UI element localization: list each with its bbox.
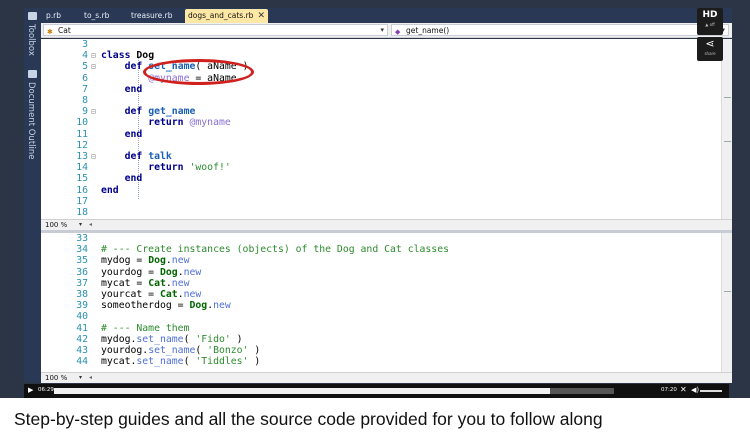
tab-label: dogs_and_cats.rb: [188, 11, 254, 20]
method-dropdown-value: get_name(): [406, 26, 450, 35]
line-number: 5: [82, 61, 88, 73]
code-editor-bottom[interactable]: 33 34 # --- Create instances (objects) of…: [41, 233, 721, 372]
line-number: 12: [76, 139, 88, 151]
annotation-circle: [143, 59, 254, 85]
zoom-bar-top: 100 % ▾ ◂: [41, 219, 732, 230]
line-number: 11: [76, 128, 88, 140]
line-number: 40: [76, 311, 88, 323]
fullscreen-icon[interactable]: ✕: [680, 385, 687, 394]
toolbox-tab[interactable]: Toolbox: [26, 24, 36, 56]
close-tab-icon[interactable]: ✕: [257, 11, 265, 21]
side-tool-panel: Toolbox Document Outline: [24, 8, 41, 382]
tab-label: to_s.rb: [84, 11, 110, 20]
zoom-level[interactable]: 100 %: [45, 373, 67, 383]
chevron-down-icon[interactable]: ▾: [79, 220, 82, 230]
line-number: 13: [76, 151, 88, 162]
editor-tab-bar: p.rb to_s.rb treasure.rb dogs_and_cats.r…: [41, 8, 732, 23]
volume-slider[interactable]: [700, 390, 722, 392]
code-text: # --- Create instances (objects) of the …: [101, 244, 449, 256]
video-frame[interactable]: Toolbox Document Outline p.rb to_s.rb tr…: [0, 0, 750, 398]
collapse-icon[interactable]: ⊟: [91, 61, 96, 72]
line-number: 3: [82, 39, 88, 50]
line-number: 7: [82, 83, 88, 95]
line-number: 14: [76, 162, 88, 174]
line-number: 4: [82, 50, 88, 62]
line-number: 17: [76, 195, 88, 207]
line-number: 34: [76, 244, 88, 256]
scroll-left-icon[interactable]: ◂: [89, 220, 92, 230]
scroll-left-icon[interactable]: ◂: [89, 373, 92, 383]
line-number: 16: [76, 184, 88, 196]
document-outline-tab[interactable]: Document Outline: [26, 82, 36, 160]
collapse-icon[interactable]: ⊟: [91, 50, 96, 61]
vertical-scrollbar[interactable]: [721, 233, 732, 372]
line-number: 35: [76, 255, 88, 267]
zoom-level[interactable]: 100 %: [45, 220, 67, 230]
line-number: 9: [82, 106, 88, 118]
tab-treasure-rb[interactable]: treasure.rb: [128, 9, 176, 23]
line-number: 36: [76, 266, 88, 278]
progress-bar[interactable]: [54, 388, 614, 394]
vertical-scrollbar[interactable]: [721, 39, 732, 219]
tab-dogs-and-cats-rb[interactable]: dogs_and_cats.rb ✕: [185, 9, 268, 23]
line-number: 15: [76, 173, 88, 185]
class-dropdown-value: Cat: [58, 26, 71, 35]
line-number: 41: [76, 322, 88, 334]
tab-to-s-rb[interactable]: to_s.rb: [81, 9, 112, 23]
code-editor-top[interactable]: 3 4 ⊟ class Dog 5 ⊟ def set_name( aName ) 6…: [41, 39, 721, 219]
volume-icon[interactable]: ◀): [691, 386, 699, 394]
line-number: 44: [76, 356, 88, 368]
class-icon: ✱: [47, 28, 53, 36]
class-dropdown[interactable]: ✱ Cat ▾: [43, 24, 388, 36]
tab-label: p.rb: [46, 11, 61, 20]
collapse-icon[interactable]: ⊟: [91, 151, 96, 162]
method-dropdown[interactable]: ◆ get_name() ▾: [391, 24, 729, 36]
document-outline-icon[interactable]: [28, 70, 37, 78]
tab-label: treasure.rb: [131, 11, 173, 20]
total-time: 07:20: [661, 387, 677, 393]
line-number: 6: [82, 72, 88, 84]
hd-label: HD: [702, 10, 718, 20]
method-icon: ◆: [395, 28, 401, 36]
line-number: 18: [76, 207, 88, 218]
line-number: 38: [76, 289, 88, 300]
tab-p-rb[interactable]: p.rb: [43, 9, 64, 23]
share-icon: ⋖: [705, 37, 715, 50]
hd-sublabel: ▲ off: [705, 22, 715, 27]
line-number: 37: [76, 277, 88, 289]
navigation-bar: ✱ Cat ▾ ◆ get_name() ▾: [41, 23, 732, 38]
share-label: share: [704, 51, 716, 56]
hd-toggle-button[interactable]: HD ▲ off: [697, 8, 723, 35]
collapse-icon[interactable]: ⊟: [91, 106, 96, 117]
code-text: # --- Name them: [101, 322, 190, 334]
line-number: 43: [76, 345, 88, 356]
chevron-down-icon[interactable]: ▾: [79, 373, 82, 383]
line-number: 39: [76, 300, 88, 312]
toolbox-icon[interactable]: [28, 12, 37, 20]
elapsed-time: 06:29: [38, 387, 54, 393]
progress-fill: [54, 388, 550, 394]
play-icon[interactable]: ▶: [28, 386, 33, 394]
line-number: 33: [76, 233, 88, 244]
chevron-down-icon: ▾: [380, 26, 384, 34]
share-button[interactable]: ⋖ share: [697, 37, 723, 61]
player-controls: ▶ 06:29 07:20 ✕ ◀): [24, 384, 729, 398]
caption-text: Step-by-step guides and all the source c…: [14, 409, 603, 429]
line-number: 10: [76, 117, 88, 129]
line-number: 8: [82, 95, 88, 106]
zoom-bar-bottom: 100 % ▾ ◂: [41, 372, 732, 383]
line-number: 42: [76, 333, 88, 345]
